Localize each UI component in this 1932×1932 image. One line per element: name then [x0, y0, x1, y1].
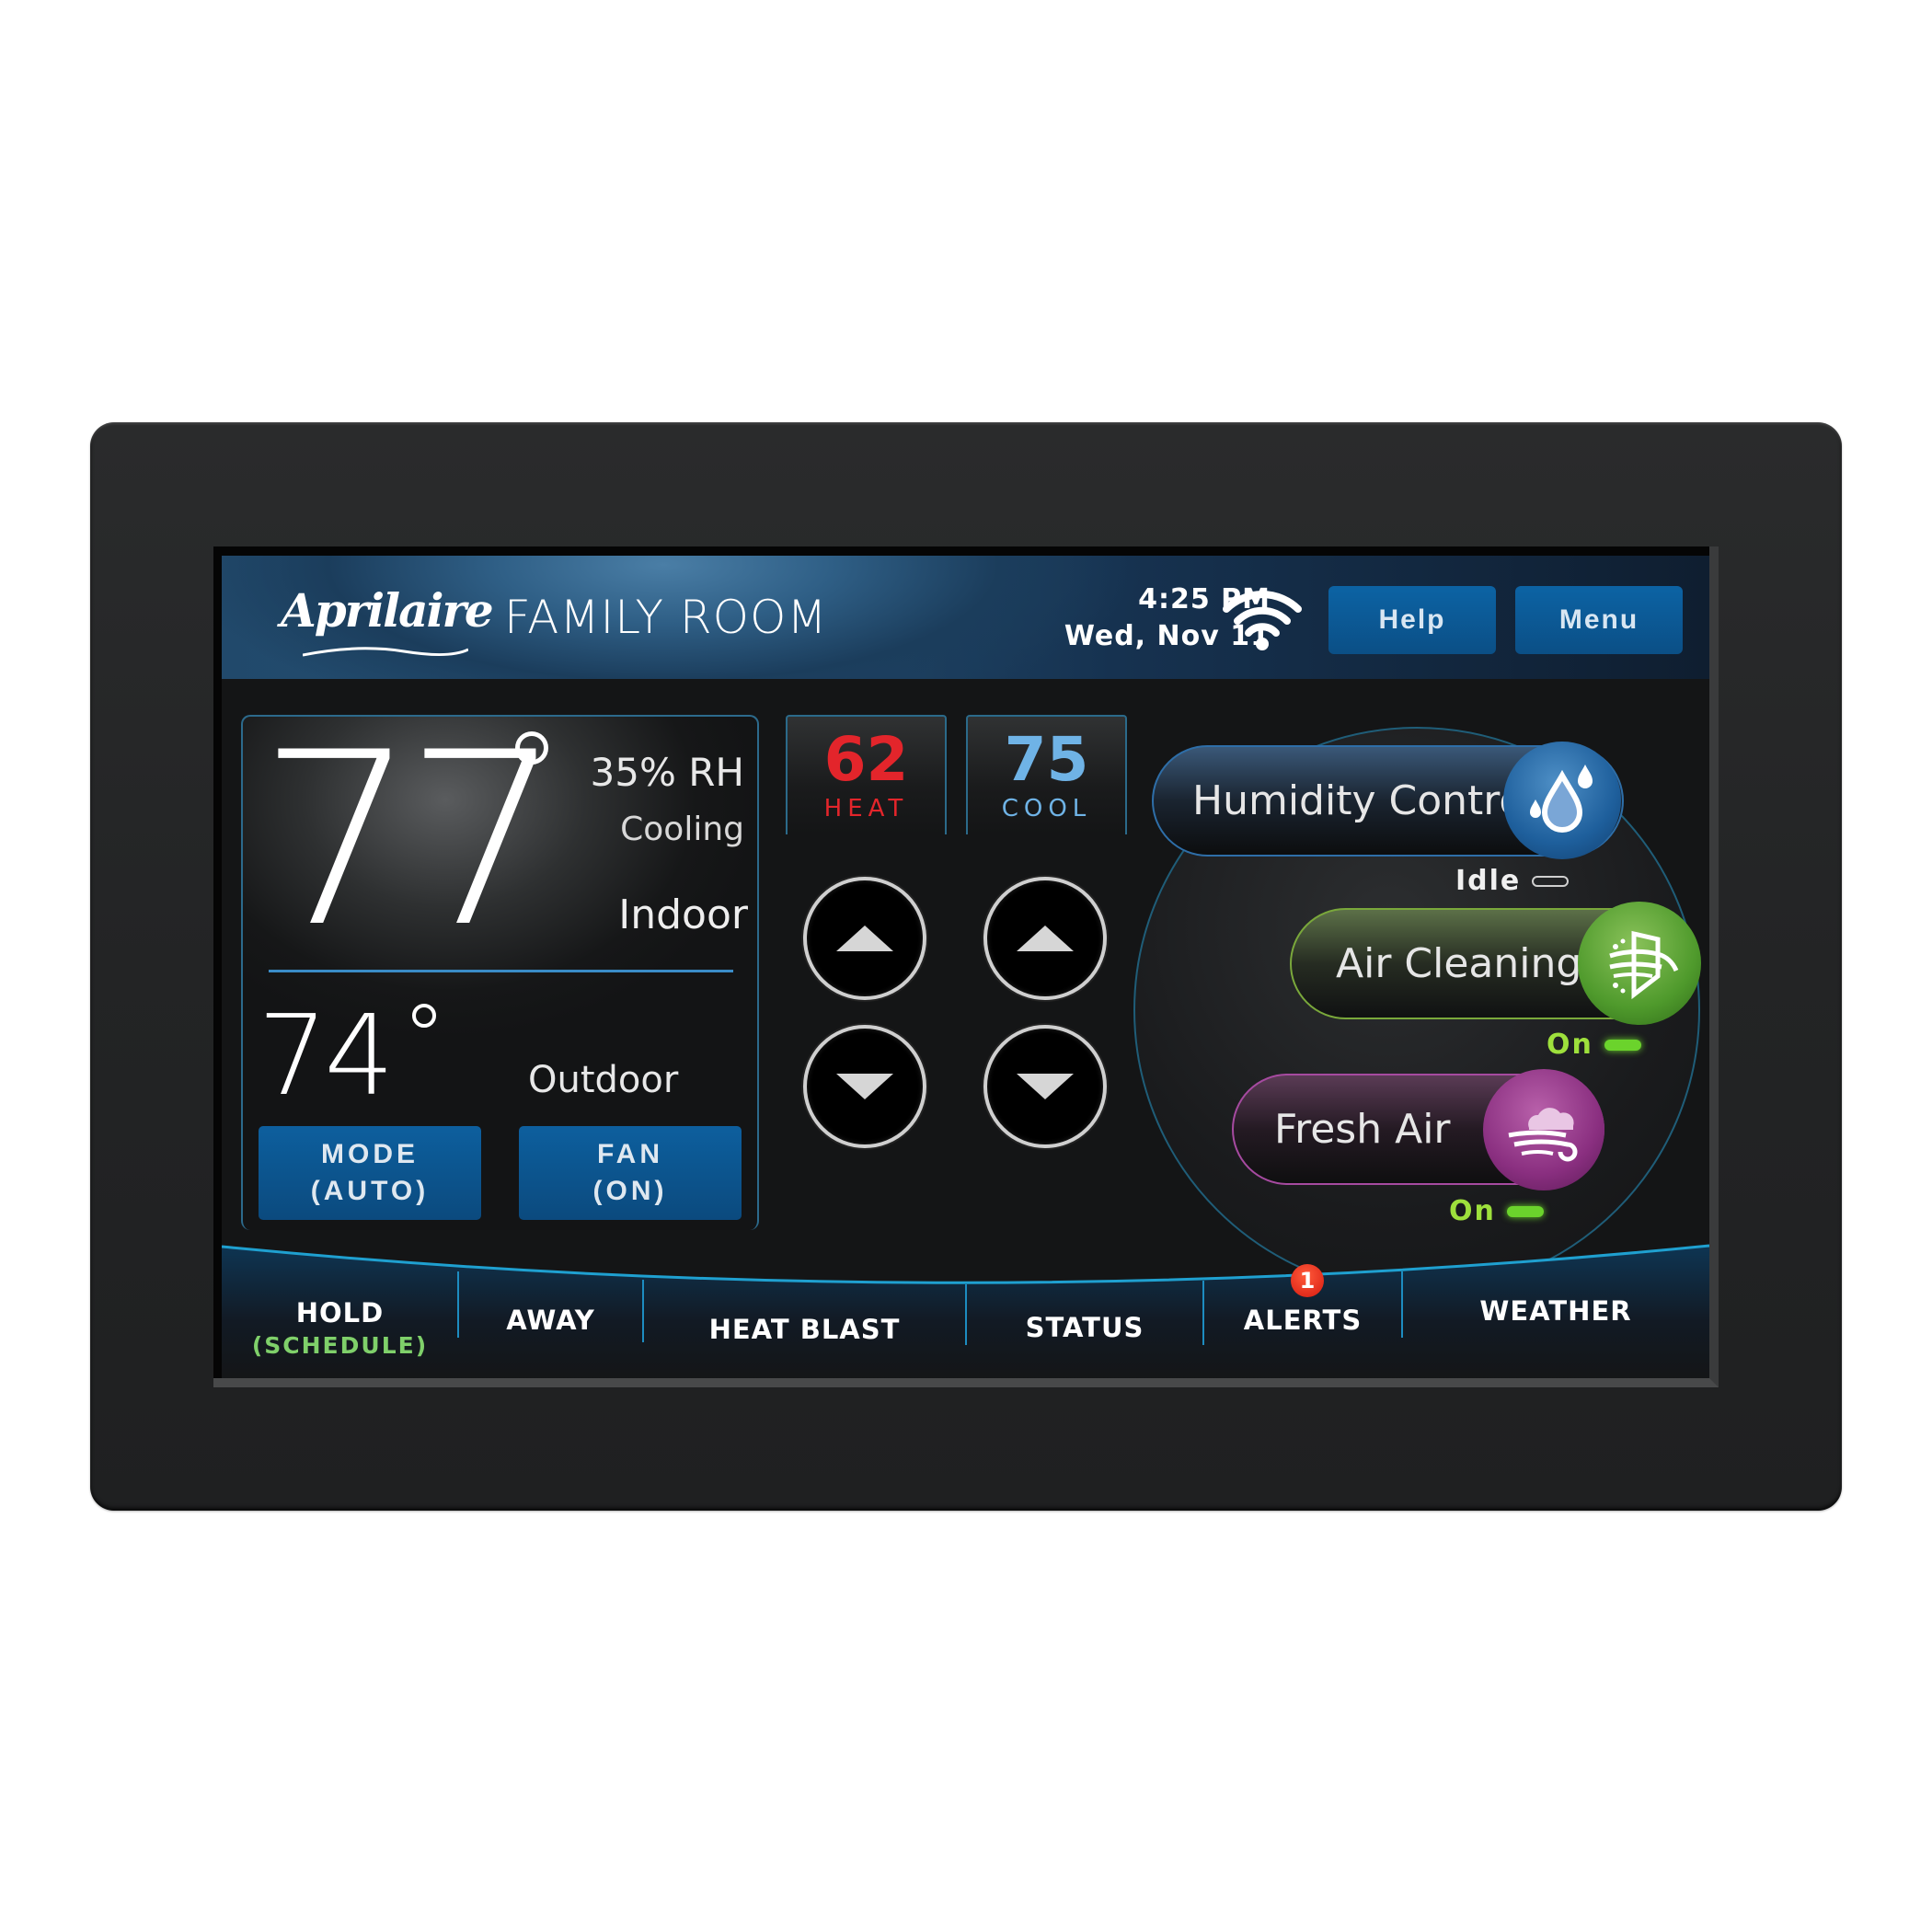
- status-indicator: [1532, 875, 1570, 887]
- cool-setpoint-label: COOL: [1001, 795, 1092, 822]
- indoor-label: Indoor: [618, 891, 748, 938]
- nav-weather-label: WEATHER: [1479, 1295, 1632, 1327]
- water-drops-icon[interactable]: [1503, 742, 1621, 859]
- arrow-up-icon: [1017, 926, 1074, 951]
- nav-hold[interactable]: HOLD (SCHEDULE): [222, 1277, 458, 1378]
- system-state: Cooling: [620, 811, 744, 848]
- humidity-reading: 35% RH: [590, 750, 744, 795]
- nav-heat-blast[interactable]: HEAT BLAST: [643, 1279, 966, 1378]
- room-title: FAMILY ROOM: [504, 591, 828, 644]
- heat-setpoint[interactable]: 62 HEAT: [786, 715, 947, 834]
- heat-setpoint-value: 62: [823, 724, 909, 795]
- fresh-air-status: On: [1449, 1195, 1544, 1227]
- heat-down-button[interactable]: [803, 1025, 926, 1148]
- degree-symbol: [515, 731, 548, 765]
- fan-button[interactable]: FAN (ON): [519, 1126, 742, 1220]
- nav-hold-label: HOLD: [295, 1296, 385, 1328]
- cool-setpoint-value: 75: [1004, 724, 1089, 795]
- help-button[interactable]: Help: [1328, 586, 1496, 654]
- heat-up-button[interactable]: [803, 877, 926, 1000]
- cool-down-button[interactable]: [983, 1025, 1107, 1148]
- status-indicator: [1506, 1205, 1544, 1217]
- air-cleaning-status: On: [1547, 1029, 1641, 1061]
- logo-swoosh-icon: [303, 647, 468, 657]
- arrow-down-icon: [836, 1074, 893, 1099]
- mode-value: (AUTO): [310, 1176, 430, 1206]
- air-filter-icon[interactable]: [1578, 902, 1701, 1025]
- humidity-control-status: Idle: [1455, 865, 1570, 897]
- mode-label: MODE: [321, 1139, 419, 1169]
- humidity-control-label: Humidity Control: [1192, 777, 1535, 824]
- cool-up-button[interactable]: [983, 877, 1107, 1000]
- nav-heat-blast-label: HEAT BLAST: [708, 1314, 901, 1345]
- touchscreen: Aprilaire FAMILY ROOM 4:25 PM Wed, Nov 1…: [222, 556, 1709, 1378]
- status-text: Idle: [1455, 865, 1522, 897]
- alerts-count-badge: 1: [1291, 1264, 1324, 1297]
- fresh-air-label: Fresh Air: [1274, 1106, 1451, 1153]
- nav-status-label: STATUS: [1025, 1312, 1144, 1343]
- outdoor-label: Outdoor: [528, 1059, 679, 1101]
- indoor-temperature: 77: [258, 702, 564, 980]
- status-text: On: [1449, 1195, 1496, 1227]
- nav-away-label: AWAY: [506, 1305, 595, 1336]
- nav-status[interactable]: STATUS: [966, 1277, 1203, 1378]
- degree-symbol: [412, 1004, 436, 1028]
- brand-logo: Aprilaire: [281, 583, 494, 638]
- outdoor-temperature: 74: [258, 993, 395, 1121]
- menu-button[interactable]: Menu: [1515, 586, 1683, 654]
- fan-label: FAN: [597, 1139, 663, 1169]
- heat-setpoint-label: HEAT: [823, 795, 909, 822]
- cool-setpoint[interactable]: 75 COOL: [966, 715, 1127, 834]
- status-indicator: [1604, 1039, 1641, 1051]
- header-bar: Aprilaire FAMILY ROOM 4:25 PM Wed, Nov 1…: [222, 556, 1709, 679]
- arrow-down-icon: [1017, 1074, 1074, 1099]
- nav-away[interactable]: AWAY: [458, 1270, 643, 1371]
- wifi-icon[interactable]: [1221, 587, 1304, 651]
- mode-button[interactable]: MODE (AUTO): [259, 1126, 481, 1220]
- nav-alerts-label: ALERTS: [1243, 1305, 1363, 1336]
- divider: [269, 970, 733, 972]
- air-cleaning-label: Air Cleaning: [1336, 940, 1582, 987]
- nav-weather[interactable]: WEATHER: [1402, 1260, 1709, 1362]
- status-text: On: [1547, 1029, 1593, 1061]
- arrow-up-icon: [836, 926, 893, 951]
- cloud-wind-icon[interactable]: [1483, 1069, 1604, 1190]
- fan-value: (ON): [592, 1176, 668, 1206]
- nav-hold-sublabel: (SCHEDULE): [251, 1331, 429, 1359]
